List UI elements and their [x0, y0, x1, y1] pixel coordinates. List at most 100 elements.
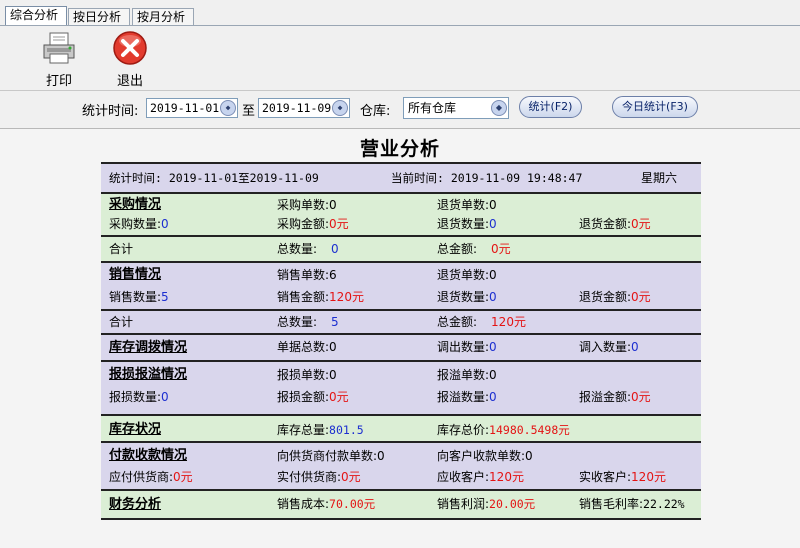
loss-amount-label: 报损金额:	[277, 390, 330, 404]
sales-row-1: 销售情况 销售单数:6 退货单数:0	[101, 263, 701, 287]
purchase-total-amount-label: 总金额:	[437, 242, 478, 256]
finance-profit: 销售利润:20.00元	[437, 491, 535, 518]
finance-section: 财务分析 销售成本:70.00元 销售利润:20.00元 销售毛利率:22.22…	[101, 491, 701, 520]
sales-total-qty-label: 总数量:	[277, 315, 318, 329]
print-label: 打印	[45, 74, 72, 89]
purchase-total-qty-label: 总数量:	[277, 242, 318, 256]
stock-qty-label: 库存总量:	[277, 423, 330, 437]
payment-section: 付款收款情况 向供货商付款单数:0 向客户收款单数:0 应付供货商:0元 实付供…	[101, 443, 701, 491]
paid: 实付供货商:0元	[277, 465, 361, 489]
purchase-total-amount-value: 0元	[491, 242, 511, 256]
purchase-return-amount-label: 退货金额:	[579, 217, 632, 231]
payment-row-2: 应付供货商:0元 实付供货商:0元 应收客户:120元 实收客户:120元	[101, 465, 701, 489]
received-label: 实收客户:	[579, 470, 632, 484]
stock-heading: 库存状况	[109, 422, 162, 437]
purchase-qty-value: 0	[161, 217, 169, 231]
stock-qty: 库存总量:801.5	[277, 416, 364, 444]
sales-total-amount: 总金额: 120元	[437, 311, 526, 333]
received-value: 120元	[631, 470, 666, 484]
sales-amount-value: 120元	[329, 290, 364, 304]
chevron-down-icon[interactable]: ◆	[491, 100, 507, 116]
sales-qty: 销售数量:5	[109, 287, 169, 307]
report-header-section: 统计时间: 2019-11-01至2019-11-09 当前时间: 2019-1…	[101, 164, 701, 194]
transfer-row: 库存调拨情况 单据总数:0 调出数量:0 调入数量:0	[101, 335, 701, 360]
loss-amount-value: 0元	[329, 390, 349, 404]
close-circle-icon	[113, 31, 147, 65]
sales-order-count: 销售单数:6	[277, 268, 337, 282]
loss-heading: 报损报溢情况	[109, 367, 188, 382]
sales-total-qty: 总数量: 5	[277, 311, 339, 333]
transfer-in-label: 调入数量:	[579, 340, 632, 354]
stock-price-label: 库存总价:	[437, 423, 490, 437]
loss-row-1: 报损报溢情况 报损单数:0 报溢单数:0	[101, 362, 701, 387]
receivable-label: 应收客户:	[437, 470, 490, 484]
date-range-label: 统计时间:	[82, 104, 139, 119]
loss-qty: 报损数量:0	[109, 387, 169, 407]
transfer-in-value: 0	[631, 340, 639, 354]
start-date-value: 2019-11-01	[150, 101, 220, 115]
transfer-out-label: 调出数量:	[437, 340, 490, 354]
sales-return-amount-value: 0元	[631, 290, 651, 304]
stat-button[interactable]: 统计(F2)	[519, 96, 582, 118]
purchase-total-label: 合计	[109, 242, 134, 256]
sales-total-section: 合计 总数量: 5 总金额: 120元	[101, 311, 701, 335]
tab-monthly-analysis[interactable]: 按月分析	[132, 8, 194, 25]
receivable-value: 120元	[489, 470, 524, 484]
purchase-section: 采购情况 采购单数:0 退货单数:0 采购数量:0 采购金额:0元 退货数量:0…	[101, 194, 701, 237]
sales-total-qty-value: 5	[331, 315, 339, 329]
weekday-text: 星期六	[641, 171, 678, 185]
transfer-heading: 库存调拨情况	[109, 340, 188, 355]
today-stat-button[interactable]: 今日统计(F3)	[612, 96, 698, 118]
purchase-amount-label: 采购金额:	[277, 217, 330, 231]
gain-qty-value: 0	[489, 390, 497, 404]
received: 实收客户:120元	[579, 465, 666, 489]
sales-return-qty: 退货数量:0	[437, 287, 497, 307]
finance-profit-label: 销售利润:	[437, 497, 490, 511]
warehouse-select[interactable]: 所有仓库 ◆	[403, 97, 509, 119]
sales-return-amount: 退货金额:0元	[579, 287, 651, 307]
payable-value: 0元	[173, 470, 193, 484]
gain-qty-label: 报溢数量:	[437, 390, 490, 404]
finance-profit-value: 20.00元	[489, 497, 536, 511]
stock-row: 库存状况 库存总量:801.5 库存总价:14980.5498元	[101, 416, 701, 441]
finance-cost-label: 销售成本:	[277, 497, 330, 511]
tab-overall-analysis[interactable]: 综合分析	[5, 6, 67, 26]
print-button[interactable]: 打印	[34, 30, 84, 89]
purchase-qty: 采购数量:0	[109, 215, 169, 233]
purchase-row-1: 采购情况 采购单数:0 退货单数:0	[101, 194, 701, 215]
sales-return-amount-label: 退货金额:	[579, 290, 632, 304]
printer-icon	[43, 32, 75, 64]
end-date-field[interactable]: 2019-11-09 ◆	[258, 98, 350, 118]
transfer-out-value: 0	[489, 340, 497, 354]
loss-amount: 报损金额:0元	[277, 387, 349, 407]
purchase-return-qty-value: 0	[489, 217, 497, 231]
spinner-icon[interactable]: ◆	[220, 100, 236, 116]
tab-divider	[0, 25, 800, 26]
purchase-total-row: 合计 总数量: 0 总金额: 0元	[101, 237, 701, 261]
payment-row-1: 付款收款情况 向供货商付款单数:0 向客户收款单数:0	[101, 443, 701, 465]
finance-cost-value: 70.00元	[329, 497, 376, 511]
stock-price: 库存总价:14980.5498元	[437, 416, 570, 444]
spinner-icon[interactable]: ◆	[332, 100, 348, 116]
sales-return-count: 退货单数:0	[437, 268, 497, 282]
exit-button[interactable]: 退出	[105, 30, 155, 89]
transfer-section: 库存调拨情况 单据总数:0 调出数量:0 调入数量:0	[101, 335, 701, 362]
purchase-total-qty-value: 0	[331, 242, 339, 256]
stock-price-value: 14980.5498元	[489, 423, 570, 437]
sales-total-label: 合计	[109, 315, 134, 329]
to-label: 至	[242, 104, 256, 119]
report-info-row: 统计时间: 2019-11-01至2019-11-09 当前时间: 2019-1…	[101, 164, 701, 192]
finance-row: 财务分析 销售成本:70.00元 销售利润:20.00元 销售毛利率:22.22…	[101, 491, 701, 518]
purchase-return-qty-label: 退货数量:	[437, 217, 490, 231]
start-date-field[interactable]: 2019-11-01 ◆	[146, 98, 238, 118]
gain-amount: 报溢金额:0元	[579, 387, 651, 407]
sales-heading: 销售情况	[109, 267, 162, 282]
filter-bar: 统计时间: 2019-11-01 ◆ 至 2019-11-09 ◆ 仓库: 所有…	[0, 90, 800, 127]
transfer-in: 调入数量:0	[579, 335, 639, 360]
warehouse-value: 所有仓库	[408, 101, 457, 115]
tab-daily-analysis[interactable]: 按日分析	[68, 8, 130, 25]
purchase-return-amount-value: 0元	[631, 217, 651, 231]
purchase-total-qty: 总数量: 0	[277, 237, 339, 261]
purchase-total-amount: 总金额: 0元	[437, 237, 511, 261]
exit-label: 退出	[116, 74, 143, 89]
